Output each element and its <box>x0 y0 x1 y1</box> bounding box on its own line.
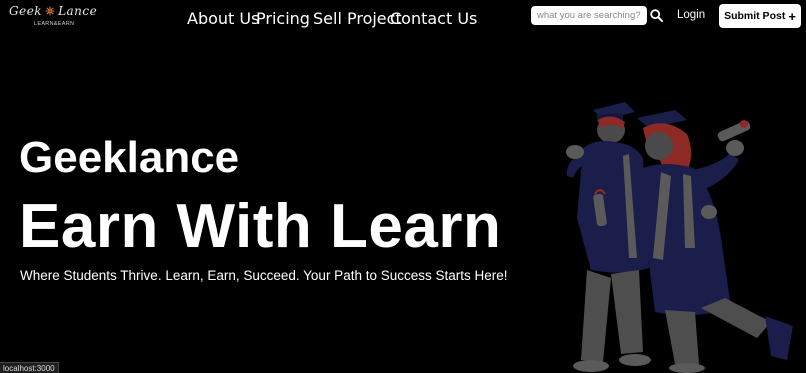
nav-pricing[interactable]: Pricing <box>256 9 310 28</box>
flower-icon <box>45 6 55 16</box>
graduate-left <box>566 102 651 372</box>
graduate-right <box>636 110 793 373</box>
nav-sell-project[interactable]: Sell Project <box>313 9 402 28</box>
nav-contact-us[interactable]: Contact Us <box>390 9 477 28</box>
logo-wordmark: Geek Lance <box>9 4 97 18</box>
top-navbar: Geek Lance LEARN&EARN About Us Pricing S… <box>0 0 806 32</box>
status-bar-url: localhost:3000 <box>0 362 59 373</box>
plus-icon: + <box>788 8 796 24</box>
logo-text-left: Geek <box>9 4 43 18</box>
hero-tagline: Where Students Thrive. Learn, Earn, Succ… <box>20 268 508 283</box>
logo-text-right: Lance <box>58 4 98 18</box>
site-logo[interactable]: Geek Lance LEARN&EARN <box>9 4 99 30</box>
hero-title: Earn With Learn <box>19 192 502 261</box>
page: Geek Lance LEARN&EARN About Us Pricing S… <box>0 0 806 373</box>
graduates-illustration <box>566 102 793 373</box>
submit-post-button[interactable]: Submit Post + <box>719 4 801 28</box>
hero-kicker: Geeklance <box>19 133 240 182</box>
nav-about-us[interactable]: About Us <box>187 9 259 28</box>
login-link[interactable]: Login <box>677 9 705 21</box>
logo-subtitle: LEARN&EARN <box>34 21 75 27</box>
submit-post-label: Submit Post <box>724 10 786 22</box>
search-icon[interactable] <box>650 9 663 22</box>
search-input[interactable] <box>531 6 647 25</box>
